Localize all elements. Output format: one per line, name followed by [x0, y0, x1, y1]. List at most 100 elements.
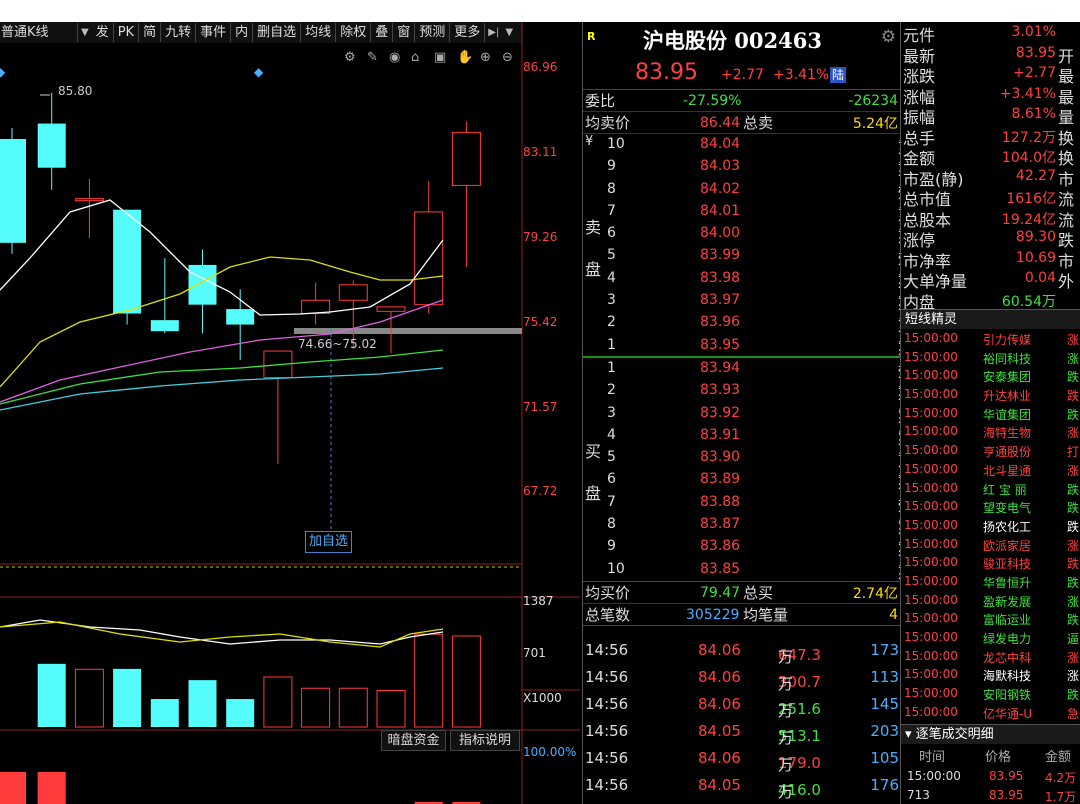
sprite-row[interactable]: 15:00:00 裕同科技 涨: [901, 348, 1080, 367]
volume-bar: [226, 699, 255, 727]
sprite-time: 15:00:00: [904, 686, 958, 701]
sell-row[interactable]: 283.96136.0万: [583, 312, 938, 335]
kline-chart-area[interactable]: 普通K线 ▼ 发 PK 简 九转 事件 内 删自选 均线 除权 叠 窗 预测 更…: [0, 22, 580, 804]
buy-row[interactable]: 383.9259.6万: [583, 403, 929, 426]
sprite-row[interactable]: 15:00:00 欧派家居 涨: [901, 535, 1080, 554]
buy-row[interactable]: 583.9076.3万: [583, 447, 929, 470]
detail-amount: 4.2万: [1045, 771, 1077, 785]
sprite-stock: 扬农化工: [983, 519, 1032, 534]
zoom-out-icon: ⊖: [502, 50, 513, 65]
info-value: 42.27: [1015, 167, 1056, 184]
sprite-row[interactable]: 15:00:00 绿发电力 逼: [901, 628, 1080, 647]
info-row: 涨幅 +3.41% 最: [901, 84, 1080, 107]
sprite-time: 15:00:00: [904, 331, 958, 345]
buy-row[interactable]: 783.8845.3万: [583, 492, 929, 515]
sell-row[interactable]: 784.01179.8万: [583, 201, 938, 224]
tick-row[interactable]: 14:56 84.06 647.3 万 173: [583, 636, 901, 666]
sell-row[interactable]: 684.003840.5万: [583, 223, 947, 246]
count-label: 总笔数: [585, 606, 631, 624]
sprite-row[interactable]: 15:00:00 龙芯中科 涨: [901, 647, 1080, 666]
candle-body: [74, 198, 104, 202]
sell-price: 84.01: [700, 202, 741, 219]
candle-body: [451, 131, 481, 186]
buy-row[interactable]: 983.8625.2万: [583, 536, 929, 559]
buy-row[interactable]: 883.8757.0万: [583, 514, 929, 537]
board-badge: 陆: [830, 67, 847, 83]
sell-row[interactable]: 483.98280.5万: [583, 268, 938, 291]
tick-time: 14:56: [585, 695, 629, 713]
volume-bar: [37, 663, 66, 727]
total-buy-value: 2.74亿: [852, 585, 898, 602]
tick-price: 84.06: [698, 749, 741, 767]
sprite-time: 15:00:00: [904, 461, 958, 476]
sprite-row[interactable]: 15:00:00 华鲁恒升 跌: [901, 572, 1080, 591]
sell-level: 9: [607, 158, 616, 175]
tick-price: 84.05: [698, 722, 741, 740]
tick-row[interactable]: 14:56 84.05 416.0 万 176: [583, 771, 901, 801]
sell-price: 84.03: [700, 158, 741, 175]
gear-icon[interactable]: ⚙: [881, 27, 896, 47]
add-watch-button[interactable]: 加自选: [305, 531, 353, 553]
buy-row[interactable]: 283.9322.7万: [583, 380, 929, 403]
sell-row[interactable]: 383.97225.0万: [583, 290, 938, 313]
tick-row[interactable]: 14:56 84.06 251.6 万 145: [583, 690, 901, 720]
ma30-line: [0, 349, 444, 405]
sprite-time: 15:00:00: [904, 648, 958, 663]
tick-row[interactable]: 14:56 84.06 300.7 万 113: [583, 663, 901, 693]
sprite-list[interactable]: 15:00:00 引力传媒涨 15:00:00 裕同科技涨 15:00:00 安泰集团跌 1…: [901, 329, 1080, 721]
sprite-row[interactable]: 15:00:00 亨通股份 打: [901, 441, 1080, 460]
sell-row[interactable]: 583.99435.9万: [583, 245, 938, 268]
detail-head-amount: 金额: [1045, 750, 1072, 765]
sprite-row[interactable]: 15:00:00 海默科技 涨: [901, 665, 1080, 684]
sprite-row[interactable]: 15:00:00 北斗星通 涨: [901, 460, 1080, 479]
sprite-row[interactable]: 15:00:00 富临运业 跌: [901, 609, 1080, 628]
weibi-label: 委比: [585, 92, 616, 110]
detail-row[interactable]: 15:00:00 83.95 4.2万: [901, 767, 1080, 786]
sell-level: 8: [607, 180, 616, 197]
sprite-row[interactable]: 15:00:00 扬农化工 跌: [901, 516, 1080, 535]
volume-bar: [301, 687, 331, 728]
vol-label: X1000: [523, 691, 562, 705]
sprite-row[interactable]: 15:00:00 望变电气 跌: [901, 497, 1080, 516]
sprite-time: 15:00:00: [904, 555, 958, 570]
sprite-row[interactable]: 15:00:00 安泰集团 跌: [901, 366, 1080, 385]
buy-row[interactable]: 1083.8532.7万: [583, 559, 929, 582]
sprite-event: 涨: [1067, 538, 1080, 553]
sprite-row[interactable]: 15:00:00 华谊集团 跌: [901, 404, 1080, 423]
tick-time: 14:56: [585, 776, 629, 794]
sprite-row[interactable]: 15:00:00 骏亚科技 跌: [901, 553, 1080, 572]
event-marker-icon: ◆: [254, 65, 264, 79]
collapse-icon[interactable]: ▾: [905, 727, 916, 742]
indicator-help-button[interactable]: 指标说明: [450, 730, 520, 751]
sprite-row[interactable]: 15:00:00 引力传媒 涨: [901, 329, 1080, 348]
tick-row[interactable]: 14:56 84.06 179.0 万 105: [583, 744, 901, 774]
high-label: 85.80: [58, 84, 92, 98]
dark-pool-button[interactable]: 暗盘资金: [381, 730, 446, 751]
detail-row[interactable]: 713 83.95 1.7万: [901, 786, 1080, 804]
sprite-time: 15:00:00: [904, 405, 958, 420]
detail-list[interactable]: 15:00:00 83.95 4.2万 713 83.95 1.7万: [901, 767, 1080, 804]
detail-title[interactable]: ▾ 逐笔成交明细: [901, 724, 1080, 744]
sprite-row[interactable]: 15:00:00 海特生物 涨: [901, 422, 1080, 441]
sprite-title[interactable]: 短线精灵: [901, 309, 1080, 329]
candle-body: [188, 264, 217, 305]
detail-title-text: 逐笔成交明细: [915, 727, 994, 742]
tick-list[interactable]: 14:56 84.06 647.3 万 173 14:56 84.06 300.7 万 113 14…: [583, 636, 901, 801]
sprite-row[interactable]: 15:00:00 升达林业 跌: [901, 385, 1080, 404]
sell-row[interactable]: 884.0240.9万: [583, 179, 929, 202]
sprite-event: 跌: [1067, 613, 1080, 628]
sprite-row[interactable]: 15:00:00 亿华通-U 急: [901, 703, 1080, 722]
sprite-row[interactable]: 15:00:00 红 宝 丽 跌: [901, 479, 1080, 498]
sprite-row[interactable]: 15:00:00 安阳钢铁 跌: [901, 684, 1080, 703]
buy-row[interactable]: 483.9150.3万: [583, 425, 929, 448]
sell-row[interactable]: 1084.04196.7万: [583, 134, 938, 157]
sprite-row[interactable]: 15:00:00 盈新发展 涨: [901, 591, 1080, 610]
buy-row[interactable]: 683.8929.4万: [583, 469, 929, 492]
sell-row[interactable]: 183.952269.9万: [583, 335, 947, 358]
tick-row[interactable]: 14:56 84.05 513.1 万 203: [583, 717, 901, 747]
info-value: 3.01%: [1011, 24, 1056, 40]
sell-price: 84.04: [700, 136, 741, 152]
sell-row[interactable]: 984.0335.3万: [583, 156, 929, 179]
info-row: 总市值 1616亿流: [901, 186, 1080, 209]
buy-row[interactable]: 183.9444.5万: [583, 358, 929, 381]
